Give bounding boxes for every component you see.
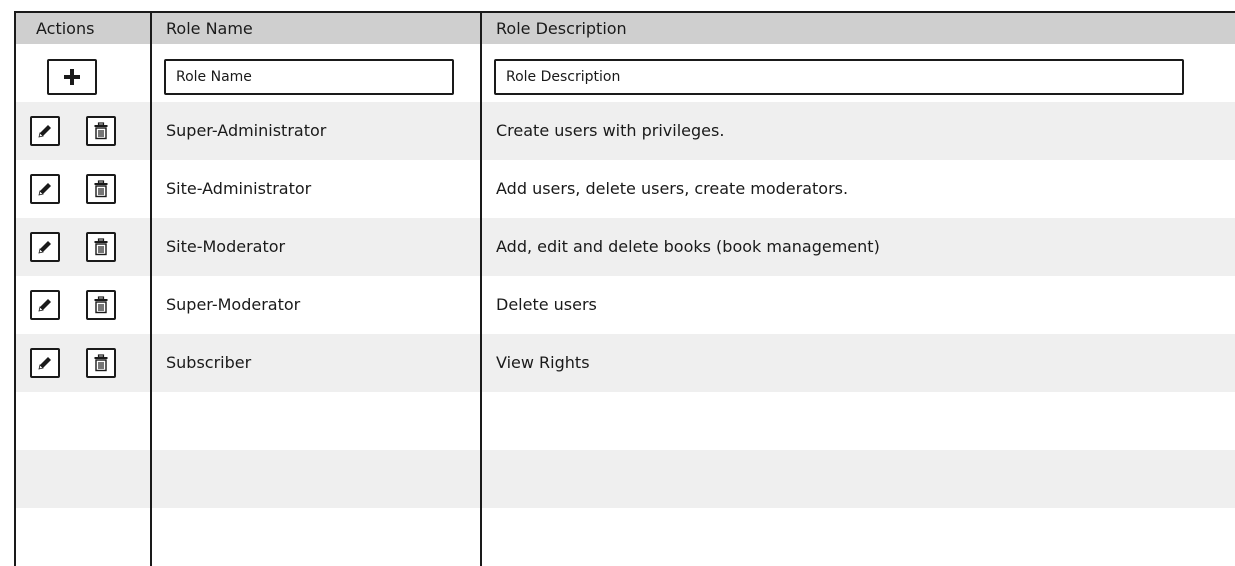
delete-role-button[interactable] xyxy=(86,232,116,262)
edit-role-button[interactable] xyxy=(30,232,60,262)
role-description-input[interactable] xyxy=(494,59,1184,95)
column-divider xyxy=(150,13,152,566)
header-role-description: Role Description xyxy=(496,19,627,38)
role-description-cell: View Rights xyxy=(496,353,590,372)
plus-icon xyxy=(64,69,80,85)
roles-table: Actions Role Name Role Description Super… xyxy=(14,11,1235,566)
trash-icon xyxy=(94,122,108,140)
role-description-cell: Add, edit and delete books (book managem… xyxy=(496,237,880,256)
edit-role-button[interactable] xyxy=(30,116,60,146)
role-description-cell: Add users, delete users, create moderato… xyxy=(496,179,849,198)
trash-icon xyxy=(94,180,108,198)
trash-icon xyxy=(94,354,108,372)
delete-role-button[interactable] xyxy=(86,116,116,146)
pencil-icon xyxy=(38,357,51,370)
pencil-icon xyxy=(38,241,51,254)
role-name-cell: Super-Administrator xyxy=(166,121,327,140)
header-role-name: Role Name xyxy=(166,19,253,38)
add-role-button[interactable] xyxy=(47,59,97,95)
role-name-cell: Site-Moderator xyxy=(166,237,286,256)
pencil-icon xyxy=(38,125,51,138)
role-name-cell: Super-Moderator xyxy=(166,295,301,314)
edit-role-button[interactable] xyxy=(30,174,60,204)
pencil-icon xyxy=(38,183,51,196)
role-name-input[interactable] xyxy=(164,59,454,95)
edit-role-button[interactable] xyxy=(30,290,60,320)
edit-role-button[interactable] xyxy=(30,348,60,378)
header-actions: Actions xyxy=(36,19,95,38)
delete-role-button[interactable] xyxy=(86,290,116,320)
role-description-cell: Create users with privileges. xyxy=(496,121,725,140)
trash-icon xyxy=(94,238,108,256)
pencil-icon xyxy=(38,299,51,312)
role-name-cell: Subscriber xyxy=(166,353,252,372)
trash-icon xyxy=(94,296,108,314)
column-divider xyxy=(480,13,482,566)
empty-row xyxy=(16,508,1235,566)
empty-row xyxy=(16,392,1235,450)
table-header: Actions Role Name Role Description xyxy=(16,13,1235,44)
role-description-cell: Delete users xyxy=(496,295,597,314)
empty-row xyxy=(16,450,1235,508)
delete-role-button[interactable] xyxy=(86,348,116,378)
role-name-cell: Site-Administrator xyxy=(166,179,312,198)
delete-role-button[interactable] xyxy=(86,174,116,204)
